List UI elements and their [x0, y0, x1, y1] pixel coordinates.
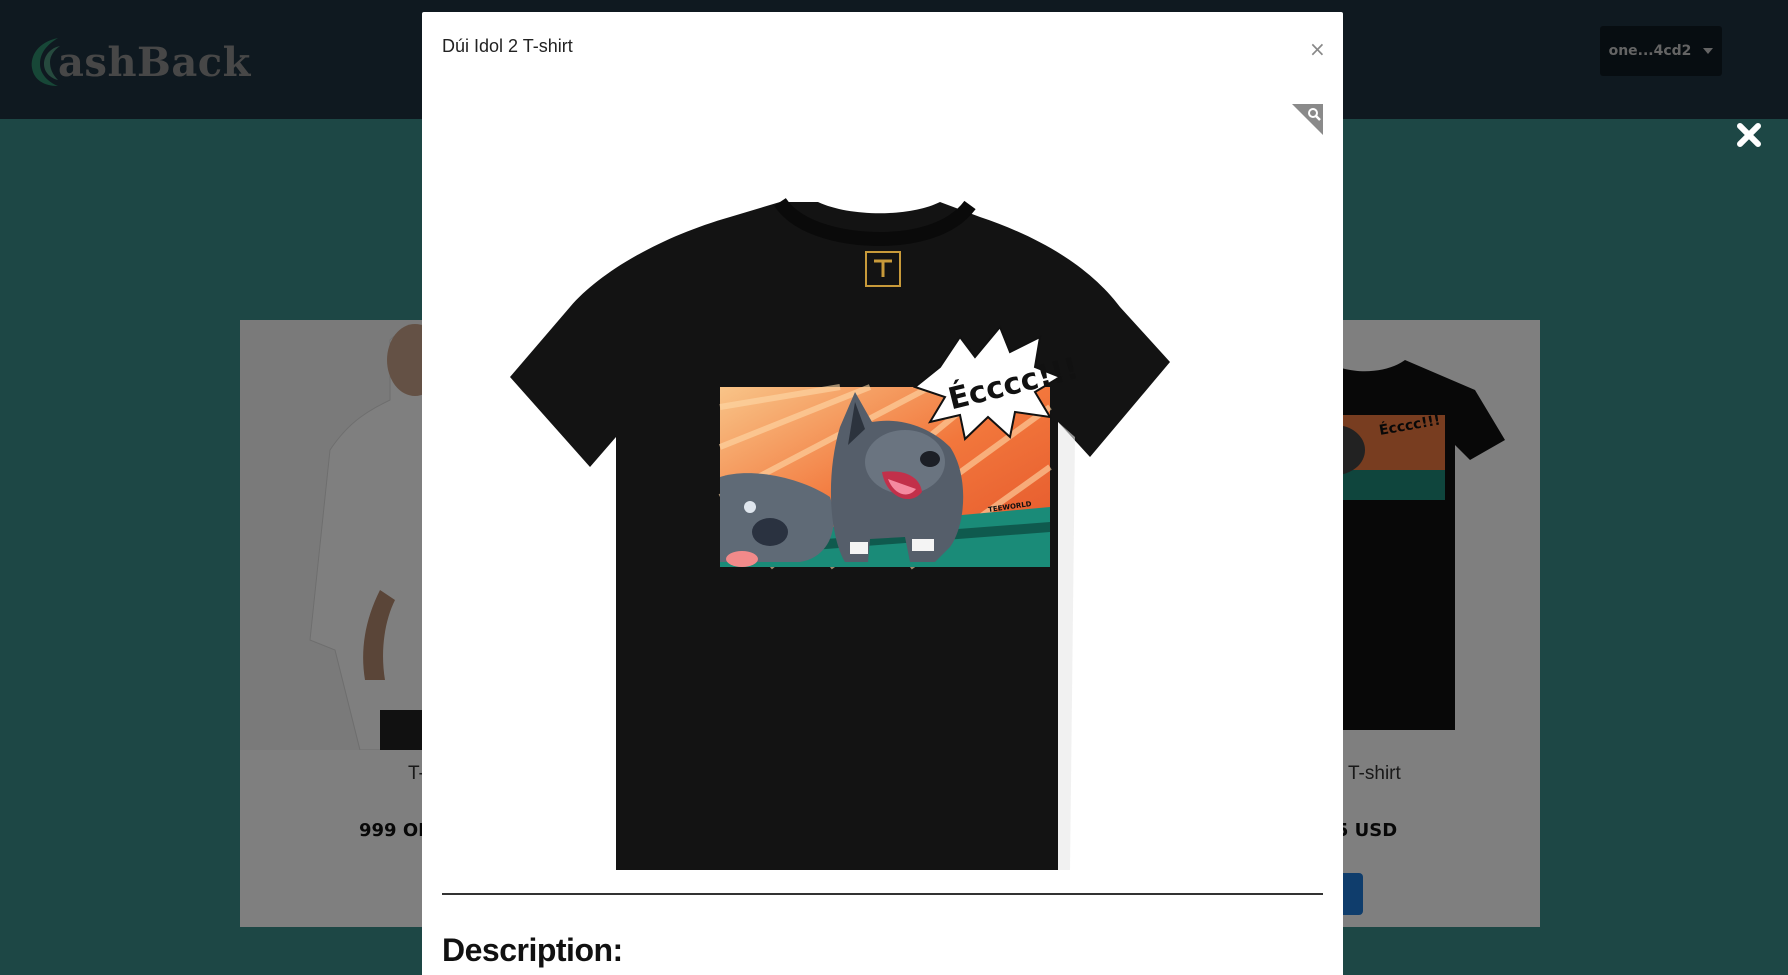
- zoom-icon[interactable]: [1292, 104, 1323, 135]
- divider: [442, 893, 1323, 895]
- description-heading: Description:: [442, 932, 623, 968]
- modal-title: Dúi Idol 2 T-shirt: [442, 36, 573, 56]
- product-modal: Dúi Idol 2 T-shirt × Écccc!!! TEEWORLD D…: [422, 12, 1343, 975]
- product-main-image[interactable]: Écccc!!! TEEWORLD: [510, 177, 1258, 870]
- close-icon[interactable]: [1734, 120, 1764, 150]
- modal-close-button[interactable]: ×: [1309, 39, 1326, 59]
